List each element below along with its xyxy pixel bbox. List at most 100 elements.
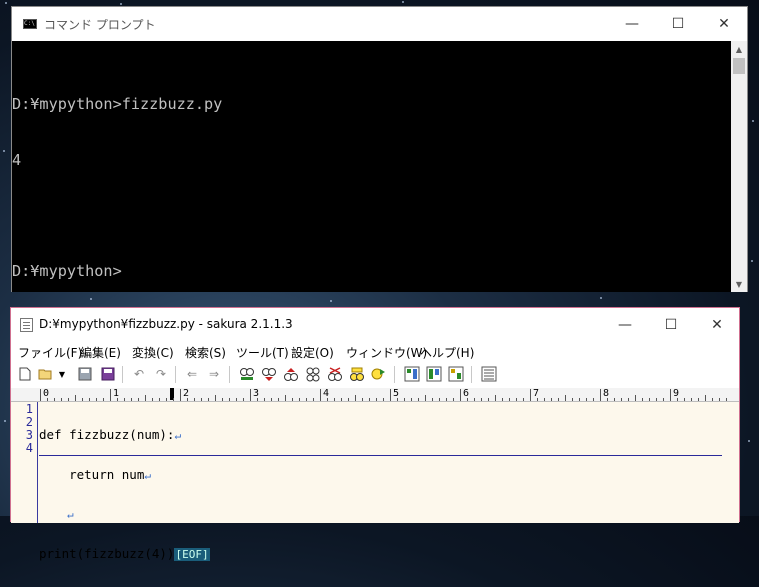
cmd-icon-text: C:\ [24,20,35,27]
cmd-window-title: コマンド プロンプト [44,18,156,32]
ruler-tick [180,389,181,401]
ruler-tick [103,398,104,401]
cmd-titlebar[interactable]: C:\ コマンド プロンプト — ☐ ✕ [12,7,747,41]
ruler-tick [530,389,531,401]
ruler-tick [670,389,671,401]
ruler-tick [726,398,727,401]
ruler-tick [348,398,349,401]
ruler-tick [614,398,615,401]
save-icon[interactable] [77,366,93,382]
ruler-tick [642,398,643,401]
jump-back-icon[interactable]: ⇐ [184,366,200,382]
ruler-tick [397,398,398,401]
console-scrollbar[interactable]: ▲ ▼ [731,41,747,292]
undo-icon[interactable]: ↶ [131,366,147,382]
find-next-icon[interactable] [261,366,277,382]
menu-file[interactable]: ファイル(F) [18,344,82,361]
text-editor-area[interactable]: 1 2 3 4 def fizzbuzz(num):↵ return num↵ … [11,402,739,561]
ruler-tick [544,398,545,401]
close-button[interactable]: ✕ [694,308,740,341]
bookmark-next-icon[interactable] [371,366,387,382]
compare-icon[interactable] [426,366,442,382]
code-line-text: def fizzbuzz(num): [39,427,175,442]
ruler-tick [635,395,636,401]
console-output[interactable]: D:¥mypython>fizzbuzz.py 4 D:¥mypython> [12,41,731,292]
settings-icon[interactable] [481,366,497,382]
bookmark-icon[interactable] [349,366,365,382]
maximize-button[interactable]: ☐ [648,308,694,341]
ruler-tick [89,398,90,401]
code-text[interactable]: def fizzbuzz(num):↵ return num↵ ↵ print(… [39,402,210,586]
console-line: D:¥mypython> [12,261,122,280]
ruler-tick [313,398,314,401]
ruler-tick [362,398,363,401]
ruler-tick [439,398,440,401]
ruler-tick [187,398,188,401]
ruler-tick [467,398,468,401]
find-prev-icon[interactable] [283,366,299,382]
close-button[interactable]: ✕ [701,7,747,41]
ruler-tick [299,398,300,401]
minimize-button[interactable]: — [602,308,648,341]
maximize-button[interactable]: ☐ [655,7,701,41]
sakura-titlebar[interactable]: D:¥mypython¥fizzbuzz.py - sakura 2.1.1.3… [11,308,739,341]
scroll-down-icon[interactable]: ▼ [731,276,747,292]
find-icon[interactable] [239,366,255,382]
menu-settings[interactable]: 設定(O) [291,344,334,361]
format-icon[interactable] [448,366,464,382]
ruler-tick [376,398,377,401]
command-prompt-window[interactable]: C:\ コマンド プロンプト — ☐ ✕ D:¥mypython>fizzbuz… [11,6,748,292]
ruler-tick [278,398,279,401]
ruler-tick [334,398,335,401]
redo-icon[interactable]: ↷ [153,366,169,382]
ruler-tick [656,398,657,401]
ruler-tick [621,398,622,401]
maximize-icon: ☐ [671,16,685,32]
ruler-tick [551,398,552,401]
open-file-icon[interactable] [38,366,54,382]
ruler-tick [208,398,209,401]
menu-edit[interactable]: 編集(E) [80,344,121,361]
ruler-tick [649,398,650,401]
scroll-up-icon[interactable]: ▲ [731,41,747,57]
sakura-editor-window[interactable]: D:¥mypython¥fizzbuzz.py - sakura 2.1.1.3… [10,307,740,561]
ruler-tick [369,398,370,401]
ruler-tick [285,395,286,401]
save-all-icon[interactable] [100,366,116,382]
outline-icon[interactable] [404,366,420,382]
ruler-tick [40,389,41,401]
ruler-tick [320,389,321,401]
star [4,420,6,422]
code-line-text: print(fizzbuzz(4)) [39,545,175,561]
ruler-tick [663,398,664,401]
ruler-tick [481,398,482,401]
menu-window[interactable]: ウィンドウ(W) [346,344,427,361]
ruler-tick [565,395,566,401]
ruler-tick [166,398,167,401]
menu-search[interactable]: 検索(S) [185,344,226,361]
ruler-tick [509,398,510,401]
code-line: print(fizzbuzz(4))[EOF] [39,547,210,561]
grep-icon[interactable] [327,366,343,382]
menu-convert[interactable]: 変換(C) [132,344,174,361]
toolbar-separator [122,366,123,383]
new-file-icon[interactable] [17,366,33,382]
ruler-tick [600,389,601,401]
minimize-button[interactable]: — [609,7,655,41]
console-line: 4 [12,150,22,169]
ruler-tick [488,398,489,401]
menu-bar: ファイル(F) 編集(E) 変換(C) 検索(S) ツール(T) 設定(O) ウ… [11,341,739,362]
ruler-tick [222,398,223,401]
dropdown-arrow-icon[interactable]: ▼ [57,366,67,382]
menu-help[interactable]: ヘルプ(H) [420,344,474,361]
ruler-tick [292,398,293,401]
ruler-tick [201,398,202,401]
ruler-tick [607,398,608,401]
toolbar-separator [229,366,230,383]
jump-forward-icon[interactable]: ⇒ [206,366,222,382]
ruler-tick [194,398,195,401]
replace-icon[interactable] [305,366,321,382]
menu-tools[interactable]: ツール(T) [236,344,289,361]
scroll-thumb[interactable] [733,58,745,74]
